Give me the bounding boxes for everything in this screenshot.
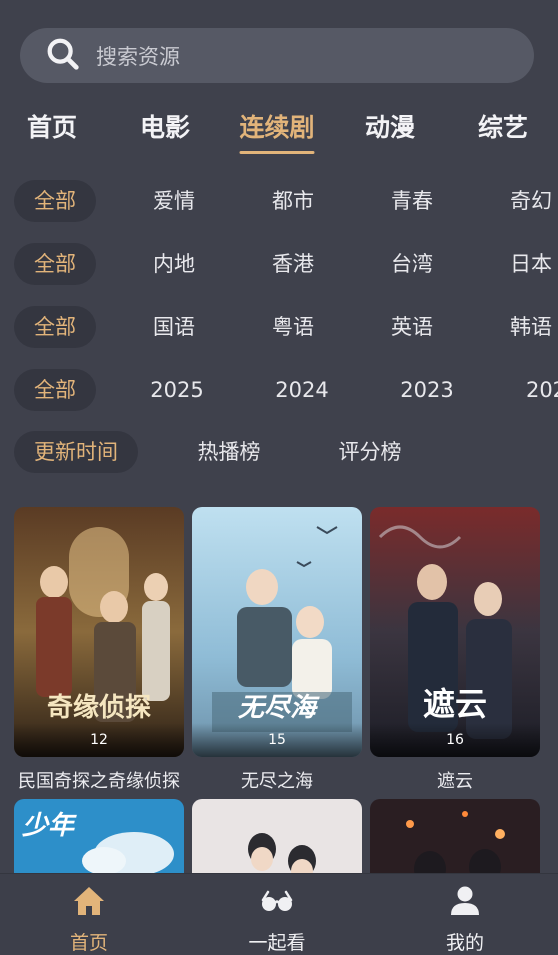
series-card[interactable]	[370, 799, 540, 879]
filter-year-option[interactable]: 2023	[400, 369, 453, 411]
nav-profile[interactable]: 我的	[405, 884, 525, 955]
filter-genre-option[interactable]: 青春	[391, 180, 433, 222]
filter-row-region: 全部 内地 香港 台湾 日本	[0, 243, 558, 287]
filter-year-option[interactable]: 202	[526, 369, 558, 411]
card-title: 无尽之海	[241, 771, 313, 792]
poster-image: 少年	[14, 799, 184, 879]
glasses-icon	[217, 884, 337, 918]
tab-anime[interactable]: 动漫	[365, 108, 415, 144]
poster-title-art: 无尽海	[237, 693, 316, 723]
card-title: 遮云	[437, 771, 473, 792]
sort-hot-option[interactable]: 热播榜	[198, 431, 261, 473]
poster-image: 奇缘侦探 12	[14, 507, 184, 757]
filter-language-option[interactable]: 英语	[391, 306, 433, 348]
sort-rating-option[interactable]: 评分榜	[339, 431, 402, 473]
filter-language-option[interactable]: 粤语	[272, 306, 314, 348]
tab-movie[interactable]: 电影	[140, 108, 190, 144]
tab-home[interactable]: 首页	[27, 108, 77, 144]
poster-image: 无尽海 15	[192, 507, 362, 757]
series-card[interactable]	[192, 799, 362, 879]
filter-region-option[interactable]: 香港	[272, 243, 314, 285]
tab-series[interactable]: 连续剧	[239, 108, 315, 154]
filter-language-option[interactable]: 国语	[153, 306, 195, 348]
filter-region-option[interactable]: 内地	[153, 243, 195, 285]
poster-image	[192, 799, 362, 879]
filter-row-genre: 全部 爱情 都市 青春 奇幻	[0, 180, 558, 224]
filter-region-all[interactable]: 全部	[14, 243, 96, 285]
poster-image: 遮云 16	[370, 507, 540, 757]
poster-image	[370, 799, 540, 879]
series-card[interactable]: 少年	[14, 799, 184, 879]
tab-variety[interactable]: 综艺	[478, 108, 528, 144]
filter-year-all[interactable]: 全部	[14, 369, 96, 411]
filter-year-option[interactable]: 2025	[150, 369, 203, 411]
nav-label: 我的	[445, 932, 484, 954]
sort-update-time[interactable]: 更新时间	[14, 431, 138, 473]
filter-region-option[interactable]: 台湾	[391, 243, 433, 285]
filter-language-all[interactable]: 全部	[14, 306, 96, 348]
filter-language-option[interactable]: 韩语	[510, 306, 552, 348]
home-icon	[29, 884, 149, 918]
nav-home[interactable]: 首页	[29, 884, 149, 955]
filter-region-option[interactable]: 日本	[510, 243, 552, 285]
filter-year-option[interactable]: 2024	[275, 369, 328, 411]
poster-title-art: 少年	[22, 811, 75, 841]
nav-watch-together[interactable]: 一起看	[217, 884, 337, 955]
card-title: 民国奇探之奇缘侦探	[18, 771, 180, 792]
search-bar[interactable]: 搜索资源	[20, 28, 534, 83]
series-card[interactable]: 无尽海 15 无尽之海	[192, 507, 362, 792]
filter-genre-all[interactable]: 全部	[14, 180, 96, 222]
nav-label: 一起看	[248, 932, 306, 954]
search-placeholder: 搜索资源	[96, 44, 180, 69]
bottom-navigation: 首页 一起看 我的	[0, 873, 558, 954]
episode-count: 12	[14, 723, 184, 757]
search-icon	[44, 35, 82, 77]
series-card[interactable]: 遮云 16 遮云	[370, 507, 540, 792]
filter-row-language: 全部 国语 粤语 英语 韩语	[0, 306, 558, 350]
poster-title-art: 遮云	[422, 685, 487, 723]
user-icon	[405, 884, 525, 918]
filter-genre-option[interactable]: 奇幻	[510, 180, 552, 222]
filter-genre-option[interactable]: 爱情	[153, 180, 195, 222]
filter-genre-option[interactable]: 都市	[272, 180, 314, 222]
poster-title-art: 奇缘侦探	[46, 693, 151, 723]
nav-label: 首页	[69, 932, 108, 954]
episode-count: 16	[370, 723, 540, 757]
filter-row-year: 全部 2025 2024 2023 202	[0, 369, 558, 413]
series-card[interactable]: 奇缘侦探 12 民国奇探之奇缘侦探	[14, 507, 184, 792]
episode-count: 15	[192, 723, 362, 757]
filter-row-sort: 更新时间 热播榜 评分榜	[0, 431, 558, 475]
category-tabs: 首页 电影 连续剧 动漫 综艺	[0, 108, 558, 158]
